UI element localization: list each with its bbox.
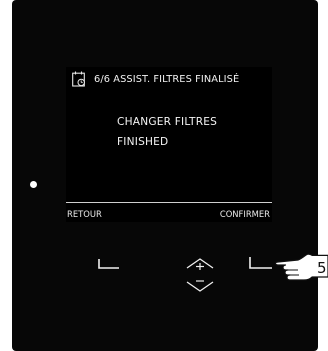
softkey-divider [66,202,272,203]
left-soft-key[interactable] [98,258,120,270]
screen-header: 6/6 ASSIST. FILTRES FINALISÉ [66,67,272,89]
message-line-1: CHANGER FILTRES [117,116,218,128]
calendar-clock-icon [72,71,85,87]
down-minus-key[interactable] [186,276,214,294]
screen-title: 6/6 ASSIST. FILTRES FINALISÉ [94,74,240,85]
status-led [30,181,37,188]
softkey-label-confirm: CONFIRMER [219,209,270,219]
softkey-label-back: RETOUR [67,209,102,219]
display-screen: 6/6 ASSIST. FILTRES FINALISÉ CHANGER FIL… [66,67,272,222]
up-plus-key[interactable] [186,256,214,274]
callout-number: 5 [317,259,327,277]
message-line-2: FINISHED [117,136,169,148]
